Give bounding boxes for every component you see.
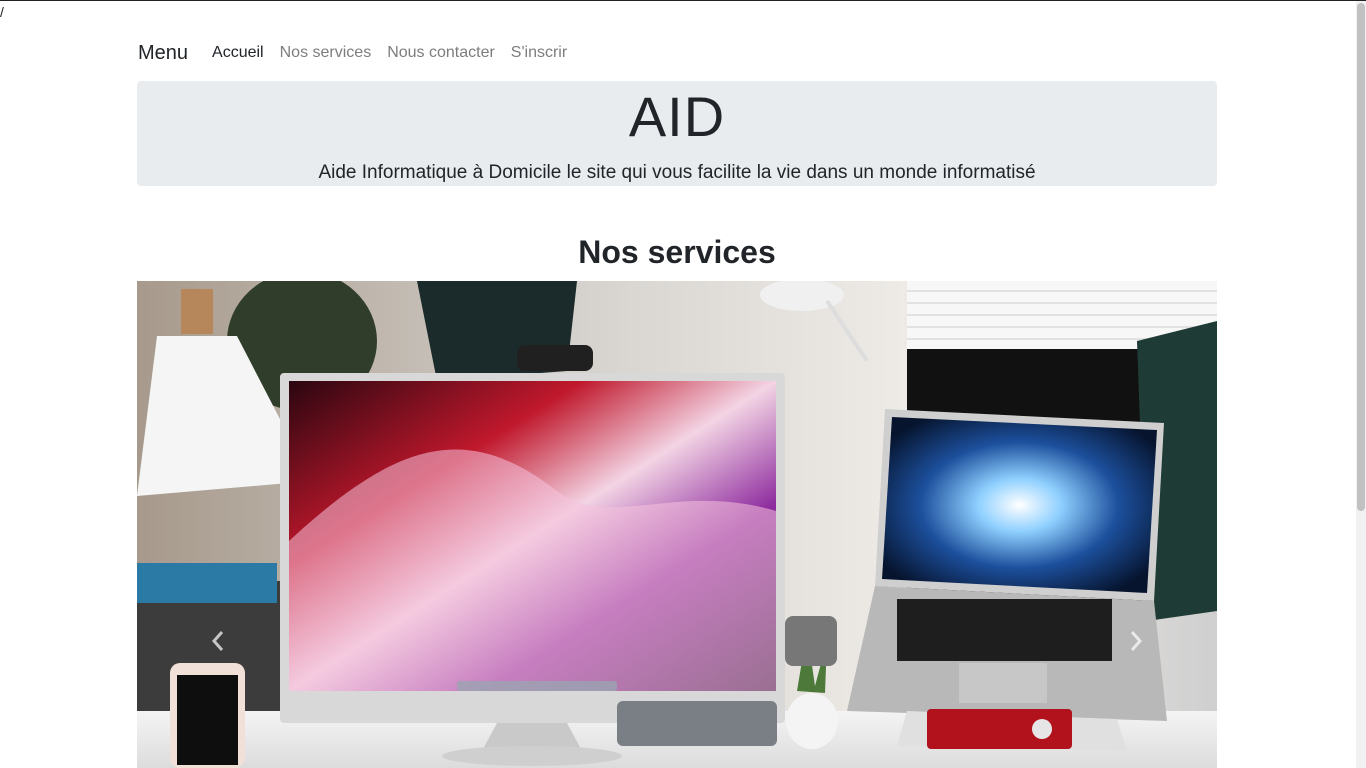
scrollbar-thumb[interactable] [1357, 3, 1365, 511]
hero-title: AID [628, 85, 726, 148]
carousel-prev-button[interactable] [198, 626, 238, 656]
nav-link-nos-services[interactable]: Nos services [280, 44, 372, 62]
page-scrollbar[interactable] [1356, 1, 1366, 768]
services-carousel[interactable] [137, 281, 1217, 768]
services-title: Nos services [578, 234, 776, 270]
carousel-image [137, 281, 1217, 768]
hero-lead: Aide Informatique à Domicile le site qui… [318, 162, 1036, 183]
window-top-border [0, 0, 1366, 1]
navbar-brand[interactable]: Menu [138, 42, 188, 65]
nav-link-nous-contacter[interactable]: Nous contacter [387, 44, 495, 62]
hero-jumbotron: AID Aide Informatique à Domicile le site… [137, 81, 1217, 186]
carousel-next-button[interactable] [1116, 626, 1156, 656]
nav-link-sinscrire[interactable]: S'inscrir [511, 44, 567, 62]
stray-text: / [0, 4, 4, 20]
top-navbar: Menu Accueil Nos services Nous contacter… [138, 38, 583, 68]
nav-link-accueil[interactable]: Accueil [212, 44, 264, 62]
chevron-right-icon [1130, 631, 1143, 651]
chevron-left-icon [211, 631, 224, 651]
